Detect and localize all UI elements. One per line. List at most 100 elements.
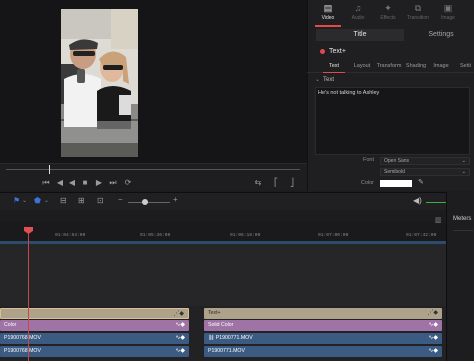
tab-transition-label: Transition — [407, 15, 429, 21]
chevron-down-icon[interactable]: ⌄ — [44, 197, 49, 204]
chevron-down-icon[interactable]: ⌄ — [22, 197, 27, 204]
clip-label: P1900771.MOV — [208, 348, 245, 354]
chevron-down-icon: ⌄ — [315, 77, 321, 83]
timecode-label: 01:07:00:00 — [318, 233, 349, 238]
solid-color-clip[interactable]: Solid Color ∿◆ — [204, 320, 442, 331]
video-clip[interactable]: ⛓ P1900771.MOV ∿◆ — [204, 333, 442, 344]
inspector-sub-tabs: Title Settings — [316, 29, 474, 41]
tab-transform[interactable]: Transform — [375, 60, 403, 73]
meters-divider — [453, 230, 473, 231]
tab-effects[interactable]: ✦ Effects — [373, 2, 403, 28]
timecode-label: 01:04:54:00 — [55, 233, 86, 238]
timeline-header-strip — [0, 210, 446, 223]
tab-image[interactable]: ▣ Image — [433, 2, 463, 28]
clip-keyframe-icon: ∿◆ — [428, 335, 438, 341]
jump-end-icon[interactable]: ⏭ — [107, 175, 119, 191]
stop-icon[interactable]: ■ — [79, 175, 91, 191]
font-style-value: Semibold — [384, 169, 405, 175]
video-clip[interactable]: P1900771.MOV ∿◆ — [204, 346, 442, 357]
color-swatch[interactable] — [380, 180, 412, 187]
clip-keyframe-icon: ∿◆ — [175, 348, 185, 354]
tab-image-props[interactable]: Image — [431, 60, 451, 73]
mark-in-icon[interactable]: ⎡ — [270, 175, 282, 191]
clip-keyframe-icon: ∿◆ — [428, 322, 438, 328]
step-back-icon[interactable]: ◀ — [54, 175, 66, 191]
title-name: Text+ — [329, 48, 346, 55]
clip-label: P1900768.MOV — [4, 335, 41, 341]
text-section-header[interactable]: ⌄ Text — [313, 75, 373, 85]
music-note-icon: ♫ — [354, 3, 362, 13]
zoom-slider-knob[interactable] — [142, 199, 148, 205]
tab-effects-label: Effects — [380, 15, 396, 21]
timecode-label: 01:07:42:00 — [406, 233, 437, 238]
tab-layout[interactable]: Layout — [351, 60, 373, 73]
tab-shading[interactable]: Shading — [404, 60, 428, 73]
speaker-icon[interactable]: ◀) — [413, 196, 422, 205]
flag-icon[interactable]: ⚑ — [13, 196, 20, 205]
timecode-label: 01:05:36:00 — [140, 233, 171, 238]
zoom-out-icon[interactable]: − — [118, 195, 123, 204]
timeline-toolbar: ⚑ ⌄ ⬟ ⌄ ⊟ ⊞ ⊡ − + ◀) — [0, 192, 462, 210]
film-icon: ▤ — [323, 3, 333, 13]
transition-icon: ⧉ — [414, 3, 422, 13]
resolve-window: ⏮ ◀ ◀ ■ ▶ ⏭ ⟳ ⇆ ⎡ ⎦ ▤ Video ♫ Audio ✦ Ef… — [0, 0, 474, 361]
tab-image-label: Image — [441, 15, 455, 21]
clip-label: P1900771.MOV — [215, 335, 253, 341]
scrub-track — [6, 169, 300, 170]
mark-out-icon[interactable]: ⎦ — [286, 175, 298, 191]
clip-keyframe-icon: ∿◆ — [428, 348, 438, 354]
scrub-playhead[interactable] — [49, 165, 50, 174]
color-label: Color — [360, 180, 374, 186]
section-label: Text — [323, 77, 335, 83]
tab-settings-props[interactable]: Setti — [457, 60, 474, 73]
tab-title[interactable]: Title — [316, 29, 404, 41]
font-select[interactable]: Open Sans ⌄ — [380, 157, 470, 165]
empty-track-area — [0, 244, 446, 306]
zoom-in-icon[interactable]: + — [173, 195, 178, 204]
active-tab-underline — [315, 25, 341, 27]
tab-audio-label: Audio — [351, 15, 365, 21]
enable-toggle-icon[interactable] — [320, 49, 325, 54]
viewer-panel — [0, 0, 307, 163]
match-frame-icon[interactable]: ⇆ — [250, 175, 266, 191]
video-preview — [61, 9, 138, 157]
clip-label: P1900768.MOV — [4, 348, 41, 354]
viewer-scrubber[interactable] — [0, 163, 307, 175]
image-icon: ▣ — [443, 3, 453, 13]
timeline-ruler[interactable]: 01:04:54:00 01:05:36:00 01:06:18:00 01:0… — [0, 223, 446, 241]
tab-audio[interactable]: ♫ Audio — [343, 2, 373, 28]
timeline-playhead[interactable] — [28, 231, 29, 361]
clip-keyframe-icon: ⋰◆ — [427, 310, 438, 316]
play-icon[interactable]: ▶ — [93, 175, 105, 191]
link-icon: ⛓ — [208, 335, 216, 341]
font-value: Open Sans — [384, 158, 410, 164]
title-header: Text+ — [314, 46, 474, 58]
text-content-field[interactable]: He's not talking to Ashley — [315, 87, 470, 155]
meters-label: Meters — [453, 216, 472, 222]
zoom-custom-icon[interactable]: ⊡ — [97, 196, 104, 205]
zoom-slider-track — [128, 202, 170, 203]
chevron-down-icon: ⌄ — [461, 158, 466, 164]
font-label: Font — [362, 157, 374, 163]
play-reverse-icon[interactable]: ◀ — [66, 175, 78, 191]
zoom-full-icon[interactable]: ⊟ — [60, 196, 67, 205]
text-content: He's not talking to Ashley — [318, 90, 380, 96]
transport-controls: ⏮ ◀ ◀ ■ ▶ ⏭ ⟳ ⇆ ⎡ ⎦ — [0, 175, 307, 191]
loop-icon[interactable]: ⟳ — [122, 175, 134, 191]
text-clip[interactable]: Text+ ⋰◆ — [204, 308, 442, 319]
meters-toggle-icon[interactable]: ▥ — [435, 216, 442, 224]
jump-start-icon[interactable]: ⏮ — [40, 175, 52, 191]
eyedropper-icon[interactable]: ✎ — [418, 178, 424, 186]
zoom-detail-icon[interactable]: ⊞ — [78, 196, 85, 205]
tab-settings[interactable]: Settings — [407, 29, 474, 41]
clip-label: Color — [4, 322, 17, 328]
tab-transition[interactable]: ⧉ Transition — [403, 2, 433, 28]
clip-keyframe-icon: ∿◆ — [175, 335, 185, 341]
timecode-label: 01:06:18:00 — [230, 233, 261, 238]
marker-icon[interactable]: ⬟ — [34, 196, 41, 205]
text-property-tabs: Text Layout Transform Shading Image Sett… — [307, 60, 474, 73]
chevron-down-icon: ⌄ — [461, 169, 466, 175]
clip-keyframe-icon: ∿◆ — [175, 322, 185, 328]
text-tab-underline — [323, 72, 345, 73]
font-style-select[interactable]: Semibold ⌄ — [380, 168, 470, 176]
